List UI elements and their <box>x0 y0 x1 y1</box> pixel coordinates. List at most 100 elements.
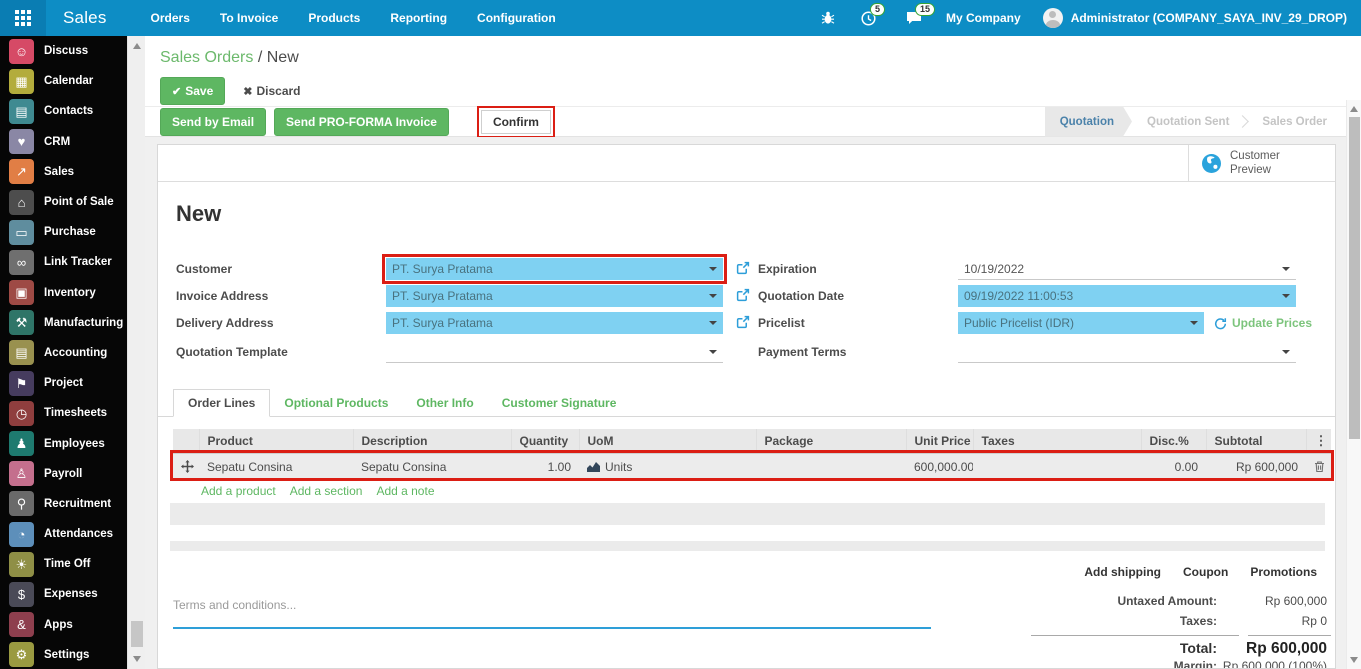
payment-terms-field[interactable] <box>958 341 1296 363</box>
add-a-product-link[interactable]: Add a product <box>201 484 276 498</box>
user-avatar[interactable] <box>1043 8 1063 28</box>
sidebar-item-recruitment[interactable]: ⚲Recruitment <box>0 489 127 519</box>
sidebar-item-link-tracker[interactable]: ∞Link Tracker <box>0 247 127 277</box>
confirm-button[interactable]: Confirm <box>481 110 551 134</box>
sidebar-item-payroll[interactable]: ♙Payroll <box>0 459 127 489</box>
scrollbar-thumb[interactable] <box>1349 117 1360 439</box>
breadcrumb-sales-orders[interactable]: Sales Orders <box>160 49 253 66</box>
scrollbar-thumb[interactable] <box>131 621 143 647</box>
inventory-app-icon: ▣ <box>9 280 34 305</box>
delivery-address-field[interactable]: PT. Surya Pratama <box>386 312 723 334</box>
notebook-tabs: Order Lines Optional Products Other Info… <box>158 389 1335 417</box>
activities-clock-icon[interactable]: 5 <box>861 11 876 26</box>
section-divider-bar <box>170 541 1325 551</box>
invoice-address-field[interactable]: PT. Surya Pratama <box>386 285 723 307</box>
debug-bug-icon[interactable] <box>821 11 835 25</box>
tab-optional-products[interactable]: Optional Products <box>270 389 402 416</box>
main-scrollbar[interactable] <box>1346 100 1361 669</box>
add-a-section-link[interactable]: Add a section <box>290 484 363 498</box>
sidebar-item-time-off[interactable]: ☀Time Off <box>0 549 127 579</box>
menu-orders[interactable]: Orders <box>151 11 190 25</box>
taxes-cell[interactable] <box>973 453 1141 480</box>
product-cell[interactable]: Sepatu Consina <box>199 453 353 480</box>
sidebar-item-project[interactable]: ⚑Project <box>0 368 127 398</box>
delete-line-button[interactable] <box>1306 453 1331 480</box>
discard-button[interactable]: ✖Discard <box>243 84 300 98</box>
sidebar-item-calendar[interactable]: ▦Calendar <box>0 66 127 96</box>
expiration-label: Expiration <box>758 258 817 280</box>
total-value: Rp 600,000 <box>1217 640 1327 658</box>
sidebar-item-discuss[interactable]: ☺Discuss <box>0 36 127 66</box>
sidebar-item-attendances[interactable]: ◔Attendances <box>0 519 127 549</box>
sidebar-item-inventory[interactable]: ▣Inventory <box>0 278 127 308</box>
promotions-button[interactable]: Promotions <box>1250 565 1317 579</box>
update-prices-button[interactable]: Update Prices <box>1214 312 1312 334</box>
add-shipping-button[interactable]: Add shipping <box>1084 565 1161 579</box>
stage-sales-order[interactable]: Sales Order <box>1247 107 1342 137</box>
breadcrumb: Sales Orders / New <box>160 49 299 67</box>
send-by-email-button[interactable]: Send by Email <box>160 108 266 136</box>
quantity-cell[interactable]: 1.00 <box>511 453 579 480</box>
send-proforma-invoice-button[interactable]: Send PRO-FORMA Invoice <box>274 108 449 136</box>
sidebar-item-purchase[interactable]: ▭Purchase <box>0 217 127 247</box>
messages-chat-icon[interactable]: 15 <box>906 11 922 25</box>
tab-other-info[interactable]: Other Info <box>402 389 487 416</box>
tab-customer-signature[interactable]: Customer Signature <box>488 389 631 416</box>
company-switcher[interactable]: My Company <box>946 11 1021 25</box>
menu-configuration[interactable]: Configuration <box>477 11 556 25</box>
recruitment-app-icon: ⚲ <box>9 491 34 516</box>
add-a-note-link[interactable]: Add a note <box>376 484 434 498</box>
sidebar-item-sales[interactable]: ↗Sales <box>0 157 127 187</box>
total-label: Total: <box>1007 640 1217 656</box>
sidebar-item-label: Employees <box>44 438 105 450</box>
sidebar-item-apps[interactable]: &Apps <box>0 610 127 640</box>
pricelist-label: Pricelist <box>758 312 805 334</box>
scroll-down-arrow-icon[interactable] <box>1350 657 1358 663</box>
description-cell[interactable]: Sepatu Consina <box>353 453 511 480</box>
quotation-date-field[interactable]: 09/19/2022 11:00:53 <box>958 285 1296 307</box>
drag-handle[interactable] <box>173 453 199 480</box>
sidebar-item-expenses[interactable]: $Expenses <box>0 579 127 609</box>
tab-order-lines[interactable]: Order Lines <box>173 389 270 417</box>
stage-quotation[interactable]: Quotation <box>1045 107 1132 137</box>
sidebar-item-label: CRM <box>44 136 70 148</box>
customer-preview-button[interactable]: Customer Preview <box>1188 145 1335 182</box>
package-cell[interactable] <box>756 453 906 480</box>
sidebar-item-point-of-sale[interactable]: ⌂Point of Sale <box>0 187 127 217</box>
expiration-field[interactable]: 10/19/2022 <box>958 258 1296 280</box>
uom-cell[interactable]: Units <box>579 453 756 480</box>
sidebar-item-contacts[interactable]: ▤Contacts <box>0 96 127 126</box>
sidebar-scrollbar[interactable] <box>127 36 145 669</box>
discount-cell[interactable]: 0.00 <box>1141 453 1206 480</box>
menu-to-invoice[interactable]: To Invoice <box>220 11 278 25</box>
apps-menu-button[interactable] <box>0 0 46 36</box>
unit-price-cell[interactable]: 600,000.00 <box>906 453 973 480</box>
sidebar-item-settings[interactable]: ⚙Settings <box>0 640 127 669</box>
sidebar-item-employees[interactable]: ♟Employees <box>0 428 127 458</box>
scroll-up-arrow-icon[interactable] <box>133 43 141 49</box>
external-link-icon[interactable] <box>736 261 750 275</box>
customer-field[interactable]: PT. Surya Pratama <box>386 258 723 280</box>
sidebar-item-crm[interactable]: ♥CRM <box>0 127 127 157</box>
sidebar-item-manufacturing[interactable]: ⚒Manufacturing <box>0 308 127 338</box>
scroll-down-arrow-icon[interactable] <box>133 656 141 662</box>
sidebar-item-timesheets[interactable]: ◷Timesheets <box>0 398 127 428</box>
stage-quotation-sent[interactable]: Quotation Sent <box>1132 107 1244 137</box>
coupon-button[interactable]: Coupon <box>1183 565 1228 579</box>
delivery-address-label: Delivery Address <box>176 312 274 334</box>
app-title[interactable]: Sales <box>63 8 107 28</box>
menu-products[interactable]: Products <box>308 11 360 25</box>
save-button[interactable]: ✔Save <box>160 77 225 105</box>
section-divider-bar <box>170 503 1325 525</box>
scroll-up-arrow-icon[interactable] <box>1350 106 1358 112</box>
external-link-icon[interactable] <box>736 288 750 302</box>
external-link-icon[interactable] <box>736 315 750 329</box>
sidebar-item-accounting[interactable]: ▤Accounting <box>0 338 127 368</box>
quotation-template-field[interactable] <box>386 341 723 363</box>
pricelist-field[interactable]: Public Pricelist (IDR) <box>958 312 1204 334</box>
forecast-chart-icon <box>587 461 600 472</box>
column-options-button[interactable]: ⋮ <box>1306 429 1331 453</box>
terms-and-conditions-input[interactable] <box>173 595 931 629</box>
user-menu[interactable]: Administrator (COMPANY_SAYA_INV_29_DROP) <box>1071 11 1347 25</box>
menu-reporting[interactable]: Reporting <box>390 11 447 25</box>
